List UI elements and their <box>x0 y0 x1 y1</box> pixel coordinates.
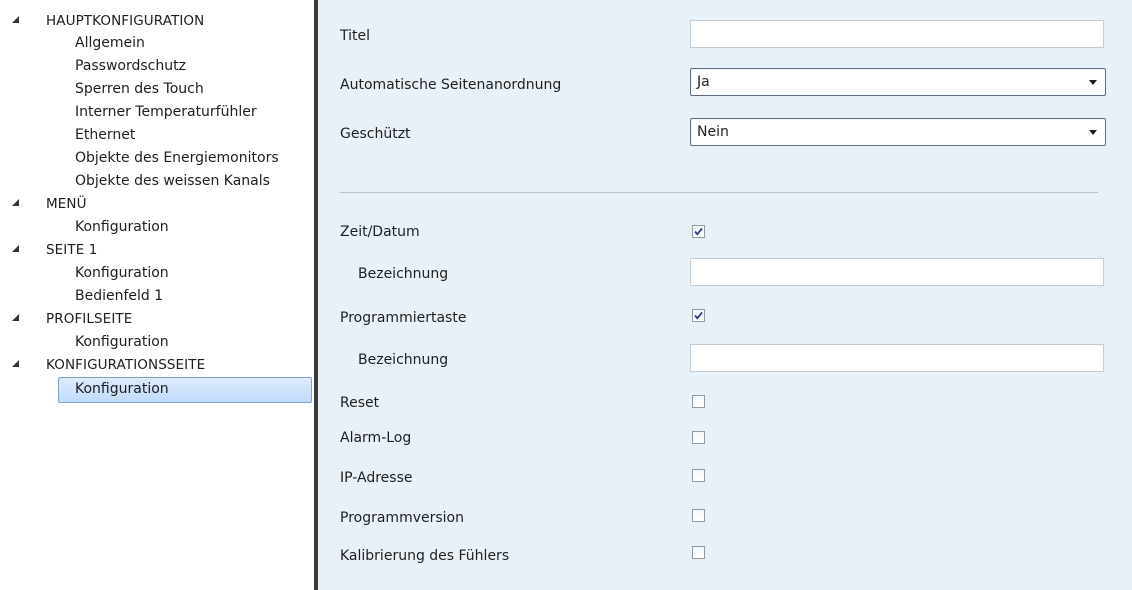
tree-section-seite-1[interactable]: SEITE 1 <box>0 239 300 263</box>
auto-layout-label: Automatische Seitenanordnung <box>340 77 562 93</box>
alarm-log-checkbox[interactable] <box>692 431 705 444</box>
tree-item-interner-temperaturfuehler[interactable]: Interner Temperaturfühler <box>75 101 257 125</box>
tree-section-profilseite[interactable]: PROFILSEITE <box>0 308 300 332</box>
collapse-triangle-icon[interactable] <box>10 311 22 323</box>
zeit-datum-checkbox[interactable] <box>692 225 705 238</box>
tree-section-label: PROFILSEITE <box>46 311 133 327</box>
collapse-triangle-icon[interactable] <box>10 242 22 254</box>
checkmark-icon <box>694 227 703 236</box>
reset-checkbox[interactable] <box>692 395 705 408</box>
collapse-triangle-icon[interactable] <box>10 196 22 208</box>
kalibrierung-checkbox[interactable] <box>692 546 705 559</box>
tree-item-bedienfeld-1[interactable]: Bedienfeld 1 <box>75 285 163 309</box>
settings-panel: Titel Automatische Seitenanordnung Ja Ge… <box>318 0 1132 590</box>
chevron-down-icon <box>1089 80 1097 85</box>
tree-item-profilseite-konfiguration[interactable]: Konfiguration <box>75 331 169 355</box>
tree-item-label: Objekte des weissen Kanals <box>75 173 270 189</box>
kalibrierung-label: Kalibrierung des Fühlers <box>340 548 510 564</box>
tree-item-passwordschutz[interactable]: Passwordschutz <box>75 55 186 79</box>
prog-bezeichnung-input[interactable] <box>690 344 1104 372</box>
tree-item-label: Konfiguration <box>75 381 169 397</box>
titel-label: Titel <box>340 28 371 44</box>
tree-item-allgemein[interactable]: Allgemein <box>75 32 145 56</box>
tree-item-label: Allgemein <box>75 35 145 51</box>
checkmark-icon <box>694 311 703 320</box>
ip-adresse-label: IP-Adresse <box>340 470 413 486</box>
tree-item-label: Sperren des Touch <box>75 81 204 97</box>
tree-section-konfigurationsseite[interactable]: KONFIGURATIONSSEITE <box>0 354 300 378</box>
tree-item-seite1-konfiguration[interactable]: Konfiguration <box>75 262 169 286</box>
programmiertaste-label: Programmiertaste <box>340 310 467 326</box>
tree-section-label: SEITE 1 <box>46 242 98 258</box>
tree-item-label: Interner Temperaturfühler <box>75 104 257 120</box>
tree-item-label: Konfiguration <box>75 219 169 235</box>
zeit-bezeichnung-label: Bezeichnung <box>358 266 449 282</box>
ip-adresse-checkbox[interactable] <box>692 469 705 482</box>
reset-label: Reset <box>340 395 380 411</box>
auto-layout-select[interactable]: Ja <box>690 68 1106 96</box>
navigation-tree: HAUPTKONFIGURATION Allgemein Passwordsch… <box>0 0 315 590</box>
tree-section-menue[interactable]: MENÜ <box>0 193 300 217</box>
tree-item-label: Bedienfeld 1 <box>75 288 164 304</box>
tree-item-label: Konfiguration <box>75 334 169 350</box>
geschuetzt-label: Geschützt <box>340 126 411 142</box>
programmversion-checkbox[interactable] <box>692 509 705 522</box>
tree-item-label: Objekte des Energiemonitors <box>75 150 279 166</box>
collapse-triangle-icon[interactable] <box>10 357 22 369</box>
tree-section-label: MENÜ <box>46 196 87 212</box>
prog-bezeichnung-label: Bezeichnung <box>358 352 449 368</box>
tree-section-label: KONFIGURATIONSSEITE <box>46 357 206 373</box>
programmversion-label: Programmversion <box>340 510 464 526</box>
collapse-triangle-icon[interactable] <box>10 13 22 25</box>
tree-item-ethernet[interactable]: Ethernet <box>75 124 135 148</box>
tree-section-label: HAUPTKONFIGURATION <box>46 13 205 29</box>
tree-item-weisser-kanal[interactable]: Objekte des weissen Kanals <box>75 170 270 194</box>
tree-item-sperren-des-touch[interactable]: Sperren des Touch <box>75 78 204 102</box>
zeit-datum-label: Zeit/Datum <box>340 224 420 240</box>
tree-item-konfigurationsseite-konfiguration[interactable]: Konfiguration <box>58 377 312 403</box>
tree-section-hauptkonfiguration[interactable]: HAUPTKONFIGURATION <box>0 10 300 34</box>
alarm-log-label: Alarm-Log <box>340 430 412 446</box>
tree-item-menue-konfiguration[interactable]: Konfiguration <box>75 216 169 240</box>
tree-item-label: Ethernet <box>75 127 136 143</box>
programmiertaste-checkbox[interactable] <box>692 309 705 322</box>
tree-item-label: Konfiguration <box>75 265 169 281</box>
chevron-down-icon <box>1089 130 1097 135</box>
titel-input[interactable] <box>690 20 1104 48</box>
auto-layout-value: Ja <box>697 74 710 90</box>
zeit-bezeichnung-input[interactable] <box>690 258 1104 286</box>
tree-item-label: Passwordschutz <box>75 58 186 74</box>
section-divider <box>340 192 1098 193</box>
geschuetzt-value: Nein <box>697 124 729 140</box>
tree-item-energiemonitor[interactable]: Objekte des Energiemonitors <box>75 147 279 171</box>
geschuetzt-select[interactable]: Nein <box>690 118 1106 146</box>
